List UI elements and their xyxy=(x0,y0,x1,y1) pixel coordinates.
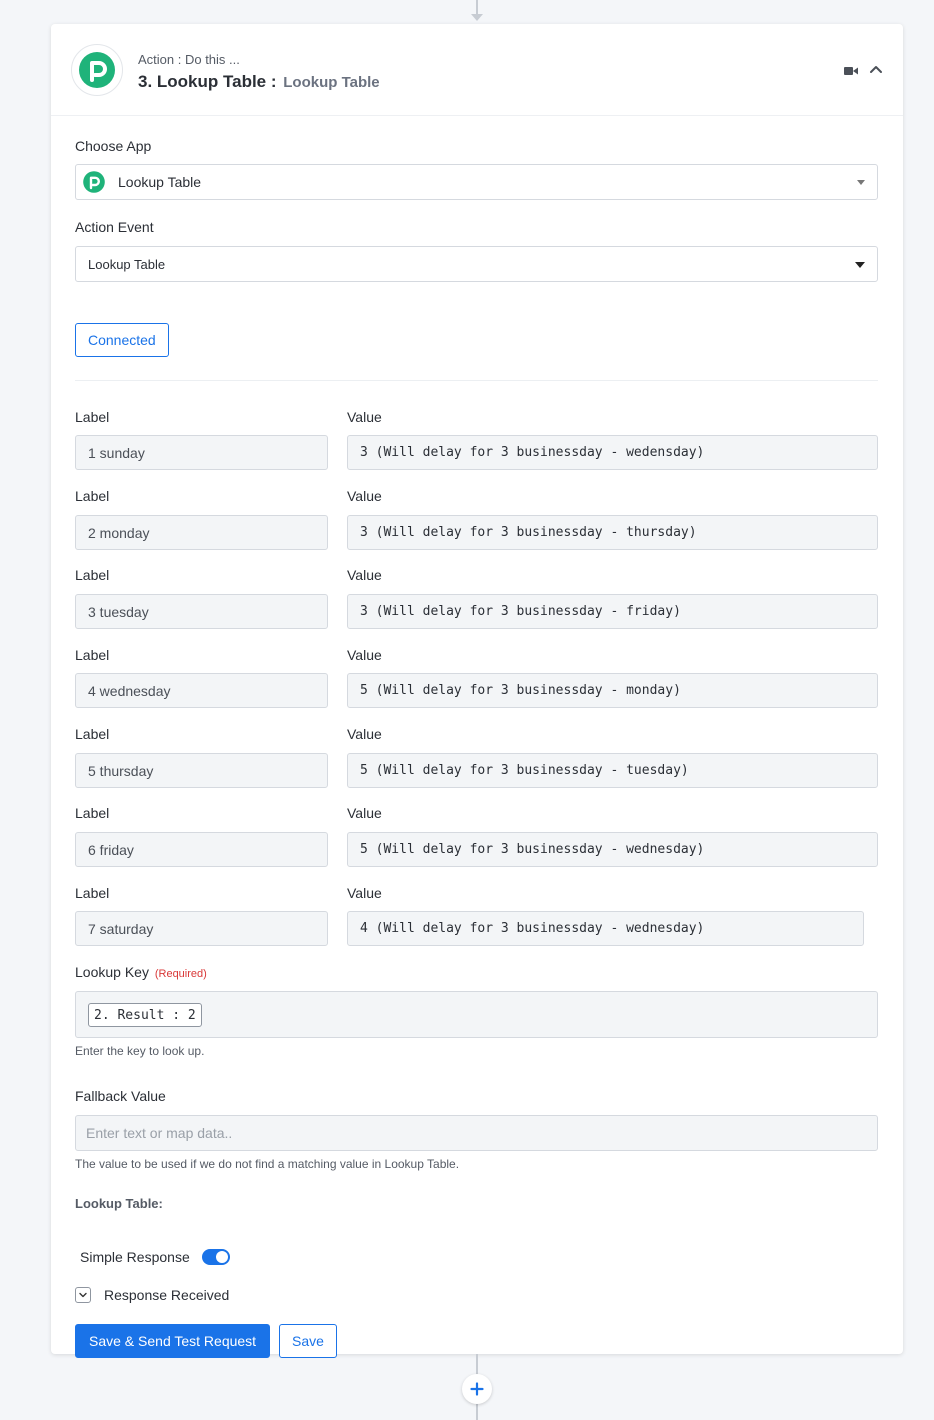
chevron-down-icon xyxy=(79,1292,87,1298)
app-logo xyxy=(71,44,123,96)
lookup-table-title: Lookup Table: xyxy=(75,1196,163,1211)
step-card: Action : Do this ... 3. Lookup Table : L… xyxy=(51,24,903,1358)
choose-app-value: Lookup Table xyxy=(118,174,202,190)
action-event-select[interactable]: Lookup Table xyxy=(75,246,878,282)
row-value-input[interactable]: 5 (Will delay for 3 businessday - tuesda… xyxy=(347,753,878,788)
expand-checkbox[interactable] xyxy=(75,1287,91,1303)
toggle-knob xyxy=(215,1251,228,1263)
row-value-input[interactable]: 5 (Will delay for 3 businessday - wednes… xyxy=(347,832,878,867)
action-event-label: Action Event xyxy=(75,219,154,235)
label-header: Label xyxy=(75,488,110,504)
lookup-key-help: Enter the key to look up. xyxy=(75,1044,205,1058)
choose-app-label: Choose App xyxy=(75,138,152,154)
row-value-input[interactable]: 4 (Will delay for 3 businessday - wednes… xyxy=(347,911,864,946)
row-label-input[interactable]: 7 saturday xyxy=(75,911,328,946)
fallback-value-label: Fallback Value xyxy=(75,1088,166,1104)
chevron-up-icon[interactable] xyxy=(869,64,883,74)
arrow-down-icon xyxy=(471,14,483,21)
value-header: Value xyxy=(347,647,382,663)
response-received-label: Response Received xyxy=(104,1287,230,1303)
action-event-value: Lookup Table xyxy=(88,256,166,272)
value-header: Value xyxy=(347,488,382,504)
label-header: Label xyxy=(75,726,110,742)
caret-down-icon xyxy=(855,262,865,268)
video-icon[interactable] xyxy=(844,66,858,76)
simple-response-label: Simple Response xyxy=(80,1249,190,1265)
row-label-input[interactable]: 5 thursday xyxy=(75,753,328,788)
fallback-value-input[interactable] xyxy=(75,1115,878,1151)
lookup-key-label-text: Lookup Key xyxy=(75,964,149,980)
row-value-input[interactable]: 3 (Will delay for 3 businessday - thursd… xyxy=(347,515,878,550)
save-button[interactable]: Save xyxy=(279,1324,337,1358)
simple-response-toggle[interactable] xyxy=(201,1249,230,1265)
row-label-input[interactable]: 2 monday xyxy=(75,515,328,550)
row-label-input[interactable]: 6 friday xyxy=(75,832,328,867)
plus-icon xyxy=(470,1382,484,1396)
row-value-input[interactable]: 5 (Will delay for 3 businessday - monday… xyxy=(347,673,878,708)
save-send-test-button[interactable]: Save & Send Test Request xyxy=(75,1324,271,1358)
row-value-input[interactable]: 3 (Will delay for 3 businessday - wedens… xyxy=(347,435,878,470)
response-received-row[interactable]: Response Received xyxy=(75,1287,229,1303)
connected-button[interactable]: Connected xyxy=(75,323,169,357)
add-step-button[interactable] xyxy=(462,1374,492,1404)
step-number-title: 3. Lookup Table : xyxy=(138,72,277,91)
label-header: Label xyxy=(75,567,110,583)
caret-down-icon xyxy=(857,180,865,185)
lookup-key-input[interactable]: 2. Result : 2 xyxy=(75,991,878,1038)
pabbly-logo-icon xyxy=(79,52,115,88)
row-value-input[interactable]: 3 (Will delay for 3 businessday - friday… xyxy=(347,594,878,629)
label-header: Label xyxy=(75,409,110,425)
row-label-input[interactable]: 3 tuesday xyxy=(75,594,328,629)
label-header: Label xyxy=(75,647,110,663)
row-label-input[interactable]: 1 sunday xyxy=(75,435,328,470)
label-header: Label xyxy=(75,805,110,821)
value-header: Value xyxy=(347,805,382,821)
label-header: Label xyxy=(75,885,110,901)
value-header: Value xyxy=(347,726,382,742)
simple-response-row: Simple Response xyxy=(80,1249,230,1265)
value-header: Value xyxy=(347,409,382,425)
step-app-name: Lookup Table xyxy=(283,74,380,91)
lookup-key-label: Lookup Key (Required) xyxy=(75,964,207,980)
divider xyxy=(75,380,878,381)
step-subtitle: Action : Do this ... xyxy=(138,52,240,67)
value-header: Value xyxy=(347,567,382,583)
pabbly-logo-icon xyxy=(83,171,105,193)
mapped-field-pill[interactable]: 2. Result : 2 xyxy=(88,1003,202,1027)
fallback-value-help: The value to be used if we do not find a… xyxy=(75,1157,460,1171)
step-header[interactable]: Action : Do this ... 3. Lookup Table : L… xyxy=(51,24,903,116)
required-badge: (Required) xyxy=(154,968,207,980)
value-header: Value xyxy=(347,885,382,901)
step-title: 3. Lookup Table : Lookup Table xyxy=(138,72,380,92)
choose-app-select[interactable]: Lookup Table xyxy=(75,164,878,200)
row-label-input[interactable]: 4 wednesday xyxy=(75,673,328,708)
